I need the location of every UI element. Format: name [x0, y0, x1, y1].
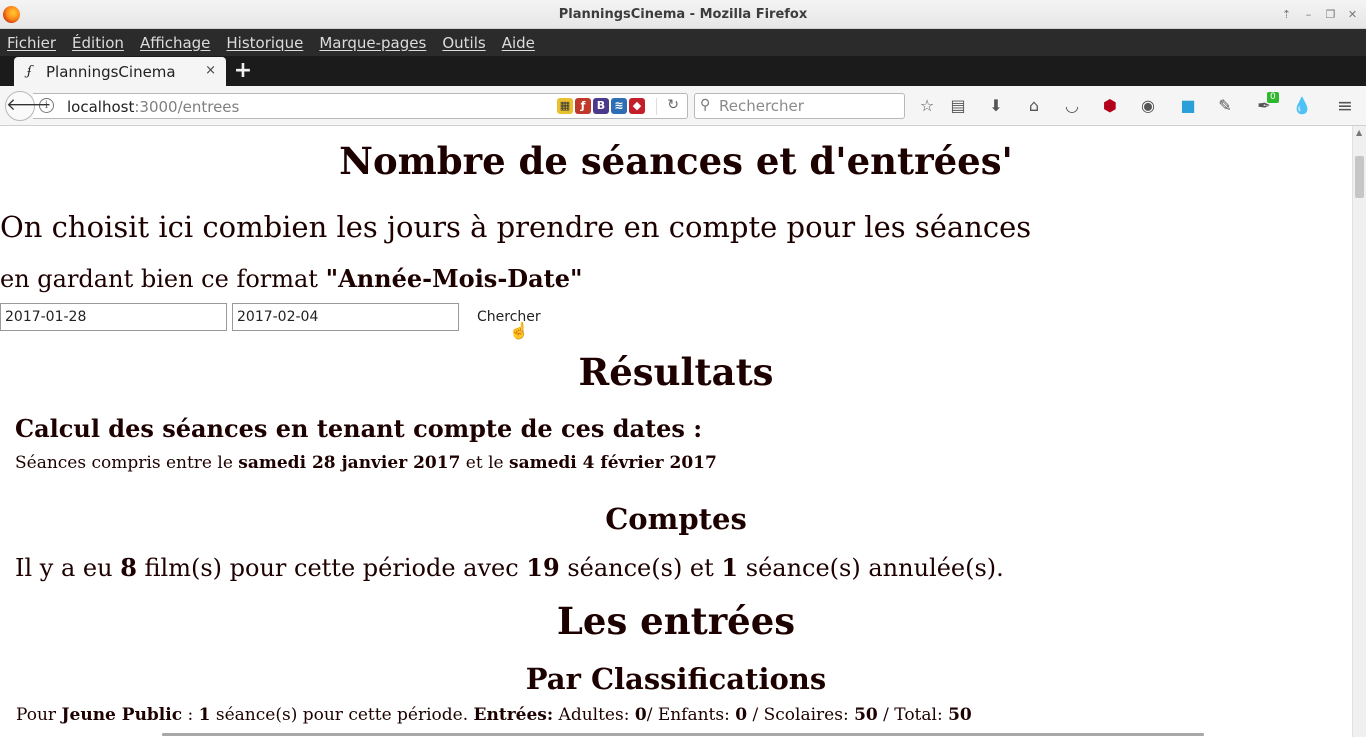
hand-cursor-icon: ☝ — [509, 321, 529, 340]
url-bar[interactable]: i localhost:3000/entrees ▦ ƒ B ≋ ◆ ↻ — [33, 93, 688, 119]
counts-title: Comptes — [605, 502, 747, 536]
extension-badge: 0 — [1267, 92, 1279, 103]
adults-label: Adultes: — [553, 705, 635, 725]
calc-title: Calcul des séances en tenant compte de c… — [15, 414, 703, 443]
seances-count: 19 — [526, 553, 560, 582]
date-range-text: Séances compris entre le samedi 28 janvi… — [15, 453, 717, 473]
url-path: :3000/entrees — [134, 98, 240, 116]
menu-bar: Fichier Édition Affichage Historique Mar… — [0, 29, 1366, 56]
pocket-color-icon[interactable]: ▦ — [557, 98, 573, 114]
class-prefix: Pour — [16, 705, 62, 725]
search-icon: ⚲ — [700, 97, 711, 113]
window-title: PlanningsCinema - Mozilla Firefox — [558, 7, 808, 22]
end-date-input[interactable] — [232, 303, 459, 331]
color-picker-icon[interactable]: ◉ — [1137, 96, 1159, 116]
menu-historique[interactable]: Historique — [226, 34, 303, 52]
page-content: Nombre de séances et d'entrées' On chois… — [0, 126, 1352, 737]
window-controls: ⇡ – ❐ ✕ — [1277, 6, 1362, 23]
menu-outils[interactable]: Outils — [442, 34, 485, 52]
results-title: Résultats — [578, 350, 774, 394]
wave-extension-icon[interactable]: ≋ — [611, 98, 627, 114]
counts-middle-2: séance(s) et — [559, 554, 722, 582]
new-tab-button[interactable]: + — [232, 59, 254, 83]
reader-icon[interactable]: ▤ — [947, 96, 969, 116]
entries-label: Entrées: — [473, 705, 554, 725]
pocket-icon[interactable]: ◡ — [1061, 96, 1083, 116]
search-bar[interactable]: ⚲ — [694, 93, 905, 119]
total-value: 50 — [948, 705, 972, 725]
scrollbar-thumb[interactable] — [1355, 156, 1364, 198]
class-name: Jeune Public — [61, 705, 183, 725]
horizontal-scrollbar[interactable] — [162, 733, 1204, 736]
bookmark-star-icon[interactable]: ☆ — [916, 96, 938, 116]
download-icon[interactable]: ⬇ — [985, 96, 1007, 116]
counts-suffix: séance(s) annulée(s). — [738, 554, 1004, 582]
vertical-scrollbar[interactable]: ▲ — [1352, 126, 1366, 737]
counts-summary: Il y a eu 8 film(s) pour cette période a… — [15, 553, 1004, 582]
url-host: localhost — [67, 98, 135, 116]
cancelled-count: 1 — [721, 553, 739, 582]
search-input[interactable] — [719, 97, 899, 115]
page-favicon-icon: ʄ — [27, 64, 32, 79]
fox-extension-icon[interactable]: ƒ — [575, 98, 591, 114]
navigation-toolbar: i localhost:3000/entrees ▦ ƒ B ≋ ◆ ↻ 🡐 ⚲… — [0, 86, 1366, 126]
back-icon: 🡐 — [6, 95, 52, 115]
menu-icon[interactable]: ≡ — [1334, 96, 1356, 116]
ublock-icon[interactable]: ⬢ — [1099, 96, 1121, 116]
home-icon[interactable]: ⌂ — [1023, 96, 1045, 116]
window-minimize-icon[interactable]: – — [1299, 6, 1318, 23]
tab-close-icon[interactable]: × — [205, 63, 216, 78]
format-hint-prefix: en gardant bien ce format — [0, 265, 326, 293]
schools-label: / Scolaires: — [747, 705, 855, 725]
intro-text: On choisit ici combien les jours à prend… — [0, 210, 1032, 244]
children-value: 0 — [735, 705, 748, 725]
tab-planningscinema[interactable]: ʄ PlanningsCinema × — [14, 57, 226, 86]
class-sep: : — [182, 705, 199, 725]
class-count: 1 — [198, 705, 211, 725]
classifications-title: Par Classifications — [525, 662, 827, 696]
entries-title: Les entrées — [556, 599, 796, 643]
menu-fichier[interactable]: Fichier — [7, 34, 56, 52]
window-maximize-icon[interactable]: ❐ — [1321, 6, 1340, 23]
range-start: samedi 28 janvier 2017 — [238, 453, 461, 473]
schools-value: 50 — [854, 705, 878, 725]
drop-icon[interactable]: 💧 — [1291, 96, 1313, 116]
window-close-icon[interactable]: ✕ — [1343, 6, 1362, 23]
menu-aide[interactable]: Aide — [502, 34, 535, 52]
format-hint-format: "Année-Mois-Date" — [325, 264, 583, 293]
class-mid: séance(s) pour cette période. — [210, 705, 474, 725]
range-middle: et le — [460, 453, 510, 473]
adults-value: 0 — [634, 705, 647, 725]
tab-label: PlanningsCinema — [46, 63, 176, 81]
menu-marque-pages[interactable]: Marque-pages — [319, 34, 426, 52]
page-title: Nombre de séances et d'entrées' — [339, 139, 1013, 183]
url-text: localhost:3000/entrees — [67, 98, 239, 116]
counts-prefix: Il y a eu — [15, 554, 121, 582]
format-hint: en gardant bien ce format "Année-Mois-Da… — [0, 264, 583, 293]
children-label: / Enfants: — [646, 705, 736, 725]
pen-icon[interactable]: ✎ — [1214, 96, 1236, 116]
reload-icon[interactable]: ↻ — [667, 97, 679, 113]
ruby-extension-icon[interactable]: ◆ — [629, 98, 645, 114]
classification-row: Pour Jeune Public : 1 séance(s) pour cet… — [16, 705, 972, 725]
window-up-icon[interactable]: ⇡ — [1277, 6, 1296, 23]
back-button[interactable]: 🡐 — [5, 91, 52, 121]
counts-middle-1: film(s) pour cette période avec — [136, 554, 527, 582]
menu-edition[interactable]: Édition — [72, 34, 124, 52]
b-extension-icon[interactable]: B — [593, 98, 609, 114]
window-titlebar: PlanningsCinema - Mozilla Firefox ⇡ – ❐ … — [0, 0, 1366, 29]
url-separator — [656, 98, 657, 115]
start-date-input[interactable] — [0, 303, 227, 331]
range-end: samedi 4 février 2017 — [509, 453, 717, 473]
menu-affichage[interactable]: Affichage — [140, 34, 210, 52]
range-prefix: Séances compris entre le — [15, 453, 239, 473]
total-label: / Total: — [877, 705, 949, 725]
films-count: 8 — [120, 553, 137, 582]
scroll-up-icon[interactable]: ▲ — [1356, 128, 1362, 137]
tab-strip: ʄ PlanningsCinema × — [0, 56, 1366, 86]
skype-icon[interactable]: ■ — [1177, 96, 1199, 116]
